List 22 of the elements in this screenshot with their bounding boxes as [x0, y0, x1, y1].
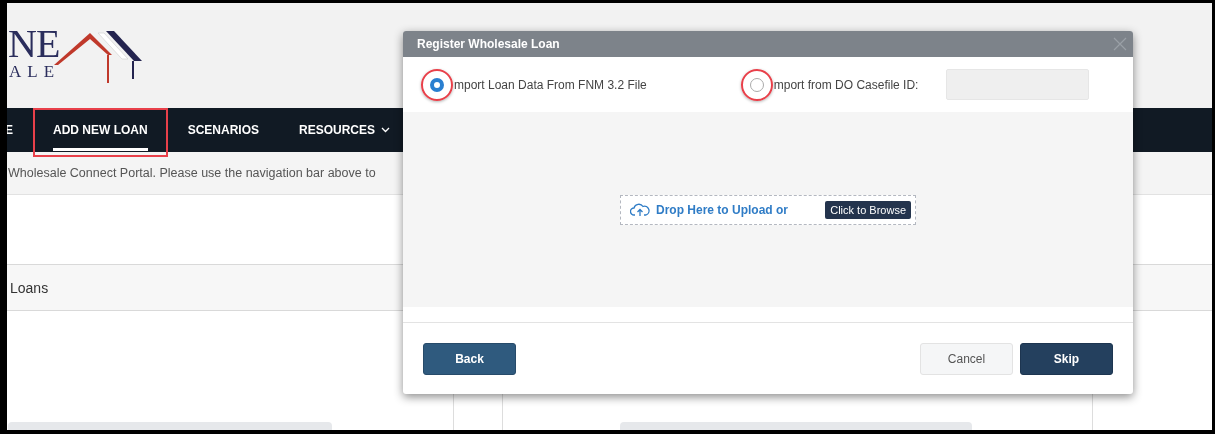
welcome-text: Wholesale Connect Portal. Please use the navigation bar above to [8, 166, 376, 180]
option-label: mport Loan Data From FNM 3.2 File [454, 77, 647, 92]
logo-text: ALE [9, 63, 61, 81]
close-icon[interactable] [1113, 37, 1127, 51]
radio-button[interactable] [430, 77, 444, 92]
cloud-upload-icon [630, 202, 650, 217]
browse-button[interactable]: Click to Browse [825, 200, 911, 219]
upload-prompt: Drop Here to Upload or [656, 202, 789, 217]
option-label: mport from DO Casefile ID: [773, 77, 919, 92]
nav-tab[interactable]: RESOURCES [279, 108, 411, 152]
modal-title: Register Wholesale Loan [417, 37, 560, 51]
upload-dropzone[interactable]: Drop Here to Upload or Click to Browse [620, 194, 916, 225]
section-title: Loans [10, 279, 49, 296]
casefile-id-input[interactable] [946, 69, 1090, 100]
chevron-down-icon [381, 127, 391, 133]
radio-button[interactable] [749, 77, 764, 92]
dialog-button[interactable]: Cancel [920, 342, 1013, 375]
dialog-button[interactable]: Skip [1020, 342, 1113, 375]
nav-tab[interactable]: ADD NEW LOAN [33, 108, 168, 152]
nav-tab[interactable]: SCENARIOS [167, 108, 280, 152]
logo-text: NE [8, 25, 61, 63]
dialog-button[interactable]: Back [423, 342, 516, 375]
